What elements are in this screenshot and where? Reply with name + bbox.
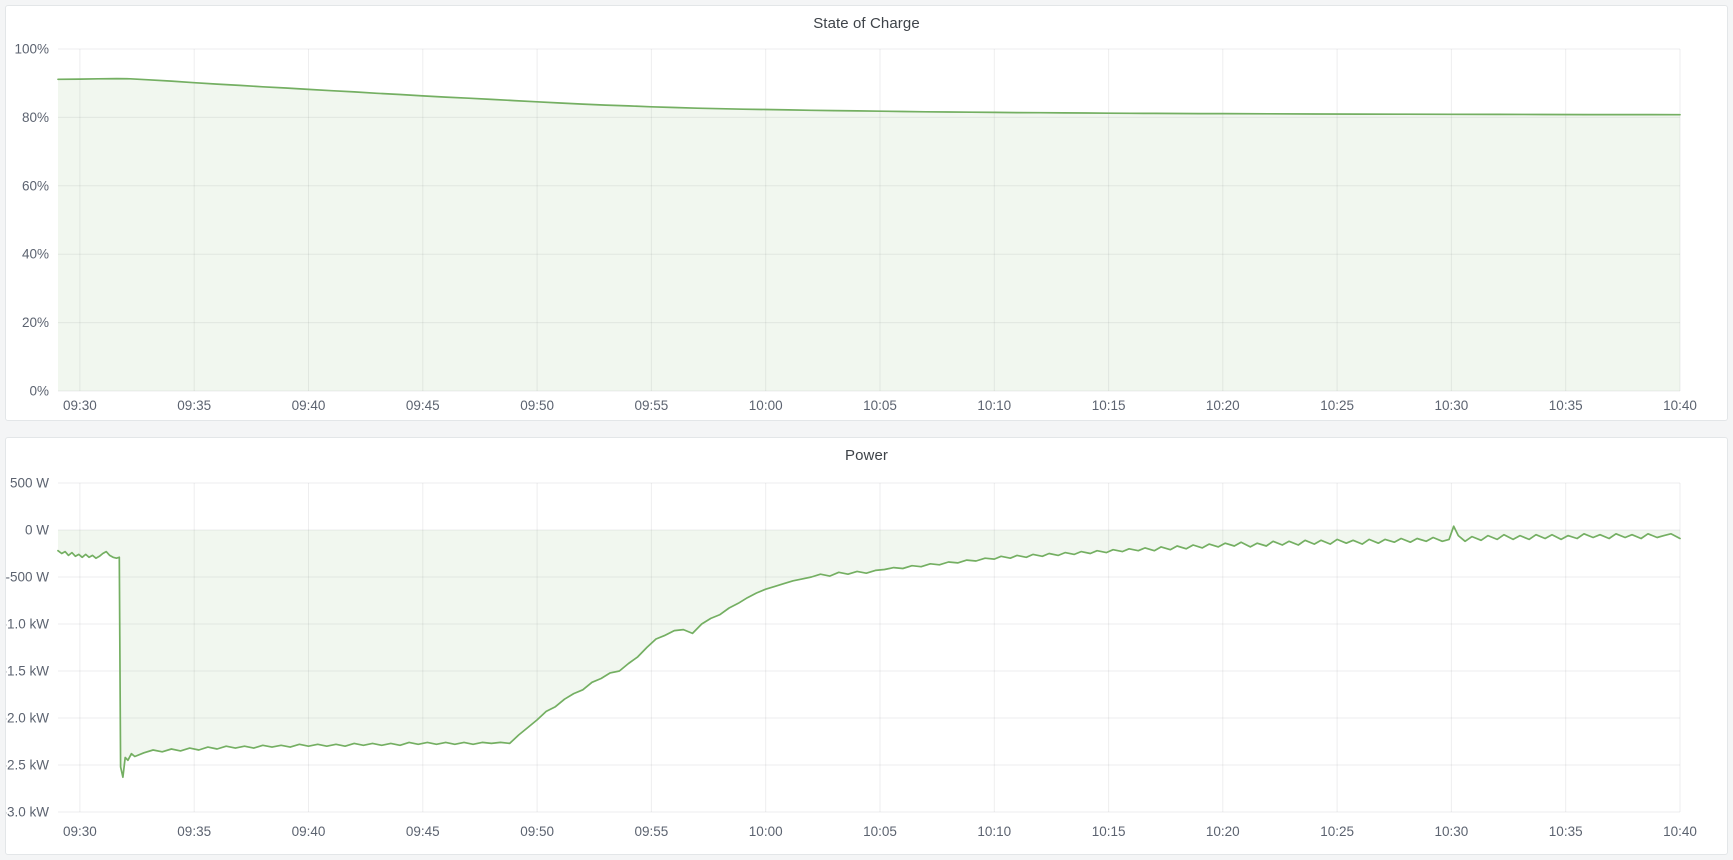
svg-text:09:50: 09:50	[520, 398, 554, 413]
svg-text:0%: 0%	[29, 384, 49, 399]
svg-text:10:30: 10:30	[1435, 398, 1469, 413]
svg-text:20%: 20%	[22, 315, 49, 330]
svg-text:-1.0 kW: -1.0 kW	[6, 617, 49, 632]
svg-text:500 W: 500 W	[10, 476, 49, 491]
svg-text:09:45: 09:45	[406, 824, 440, 839]
panel-title-state-of-charge[interactable]: State of Charge	[6, 15, 1727, 32]
svg-text:09:30: 09:30	[63, 398, 97, 413]
svg-text:10:05: 10:05	[863, 398, 897, 413]
svg-text:-500 W: -500 W	[6, 570, 49, 585]
svg-text:10:25: 10:25	[1320, 398, 1354, 413]
svg-text:80%: 80%	[22, 110, 49, 125]
svg-text:10:15: 10:15	[1092, 824, 1126, 839]
svg-text:10:10: 10:10	[977, 824, 1011, 839]
grafana-dashboard: State of Charge 100% 80% 60% 40% 20% 0% 09:30 0…	[0, 0, 1733, 860]
svg-text:09:55: 09:55	[635, 824, 669, 839]
svg-text:60%: 60%	[22, 178, 49, 193]
svg-text:10:30: 10:30	[1435, 824, 1469, 839]
svg-text:10:25: 10:25	[1320, 824, 1354, 839]
panel-state-of-charge[interactable]: State of Charge 100% 80% 60% 40% 20% 0% 09:30 0…	[5, 5, 1728, 421]
svg-text:-2.5 kW: -2.5 kW	[6, 758, 49, 773]
svg-text:10:35: 10:35	[1549, 398, 1583, 413]
svg-text:09:50: 09:50	[520, 824, 554, 839]
svg-text:10:05: 10:05	[863, 824, 897, 839]
power-chart[interactable]: 500 W 0 W -500 W -1.0 kW -1.5 kW -2.0 kW -2.5 …	[6, 438, 1725, 852]
svg-text:10:15: 10:15	[1092, 398, 1126, 413]
svg-text:10:40: 10:40	[1663, 824, 1697, 839]
svg-text:100%: 100%	[14, 42, 49, 57]
panel-power[interactable]: Power 500 W 0 W -500 W -1.0 kW -1.5 kW -2.0 k…	[5, 437, 1728, 855]
svg-text:-2.0 kW: -2.0 kW	[6, 711, 49, 726]
svg-text:10:20: 10:20	[1206, 398, 1240, 413]
state-of-charge-chart[interactable]: 100% 80% 60% 40% 20% 0% 09:30 09:35 09:40 09:45 09…	[6, 6, 1725, 418]
svg-text:-3.0 kW: -3.0 kW	[6, 805, 49, 820]
svg-text:10:20: 10:20	[1206, 824, 1240, 839]
svg-text:09:45: 09:45	[406, 398, 440, 413]
svg-text:10:35: 10:35	[1549, 824, 1583, 839]
svg-text:09:35: 09:35	[177, 824, 211, 839]
svg-text:10:00: 10:00	[749, 398, 783, 413]
svg-text:40%: 40%	[22, 247, 49, 262]
svg-text:10:40: 10:40	[1663, 398, 1697, 413]
svg-text:09:40: 09:40	[292, 398, 326, 413]
svg-text:09:35: 09:35	[177, 398, 211, 413]
svg-text:09:55: 09:55	[635, 398, 669, 413]
svg-text:09:40: 09:40	[292, 824, 326, 839]
svg-text:10:00: 10:00	[749, 824, 783, 839]
svg-text:0 W: 0 W	[25, 523, 49, 538]
svg-text:-1.5 kW: -1.5 kW	[6, 664, 49, 679]
svg-text:09:30: 09:30	[63, 824, 97, 839]
svg-text:10:10: 10:10	[977, 398, 1011, 413]
panel-title-power[interactable]: Power	[6, 447, 1727, 464]
